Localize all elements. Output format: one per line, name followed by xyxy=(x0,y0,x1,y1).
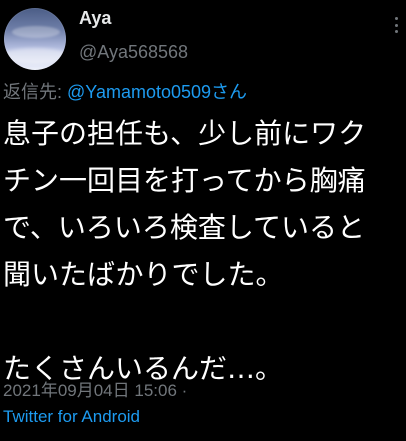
reply-to-link[interactable]: @Yamamoto0509さん xyxy=(67,82,247,102)
tweet-timestamp[interactable]: 2021年09月04日 15:06 · xyxy=(3,376,187,401)
tweet-line-5 xyxy=(3,298,405,345)
tweet-text: 息子の担任も、少し前にワク チン一回目を打ってから胸痛 で、いろいろ検査している… xyxy=(3,110,405,392)
avatar[interactable] xyxy=(4,8,66,70)
author-name[interactable]: Aya xyxy=(79,9,111,27)
author-handle[interactable]: @Aya568568 xyxy=(79,43,188,61)
more-dot-1 xyxy=(394,17,398,20)
reply-context: 返信先: @Yamamoto0509さん xyxy=(3,83,247,101)
tweet-line-3: で、いろいろ検査していると xyxy=(3,211,366,244)
tweet-line-1: 息子の担任も、少し前にワク xyxy=(3,117,367,150)
reply-prefix: 返信先: xyxy=(3,82,63,102)
more-dot-3 xyxy=(394,30,398,33)
tweet-line-4: 聞いたばかりでした。 xyxy=(3,258,284,291)
tweet-source-link[interactable]: Twitter for Android xyxy=(3,407,140,427)
more-vertical-icon[interactable] xyxy=(394,17,398,33)
tweet-line-2: チン一回目を打ってから胸痛 xyxy=(3,164,366,197)
more-dot-2 xyxy=(394,23,398,27)
